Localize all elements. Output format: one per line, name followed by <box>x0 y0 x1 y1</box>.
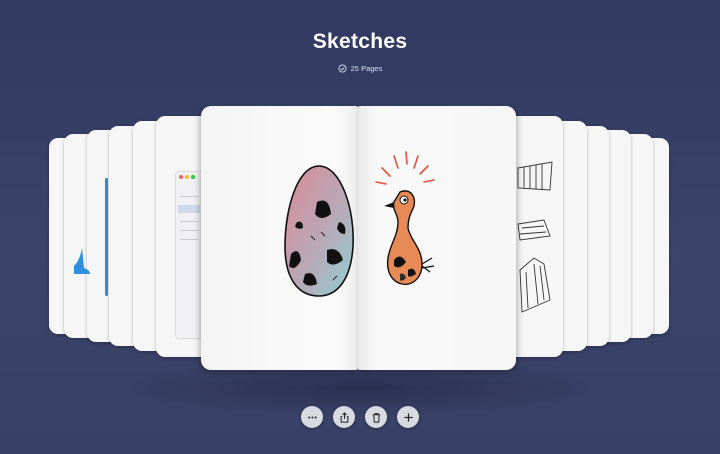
bird-sketch <box>375 151 435 286</box>
more-button[interactable] <box>301 406 323 428</box>
open-page-left[interactable] <box>201 106 358 370</box>
share-icon <box>340 411 348 423</box>
share-button[interactable] <box>333 406 355 428</box>
add-page-button[interactable] <box>397 406 419 428</box>
ellipsis-icon <box>307 415 317 419</box>
egg-sketch <box>284 165 354 297</box>
sketch-blue-lines <box>105 178 108 296</box>
plus-icon <box>403 412 413 422</box>
toolbar <box>0 406 720 428</box>
open-page-right[interactable] <box>358 106 516 370</box>
notebook-carousel[interactable] <box>0 0 720 454</box>
trash-icon <box>372 412 380 423</box>
sketch-blue-shape <box>74 248 90 274</box>
delete-button[interactable] <box>365 406 387 428</box>
mini-window-sketch <box>176 172 202 338</box>
sketch-architecture <box>517 161 553 313</box>
